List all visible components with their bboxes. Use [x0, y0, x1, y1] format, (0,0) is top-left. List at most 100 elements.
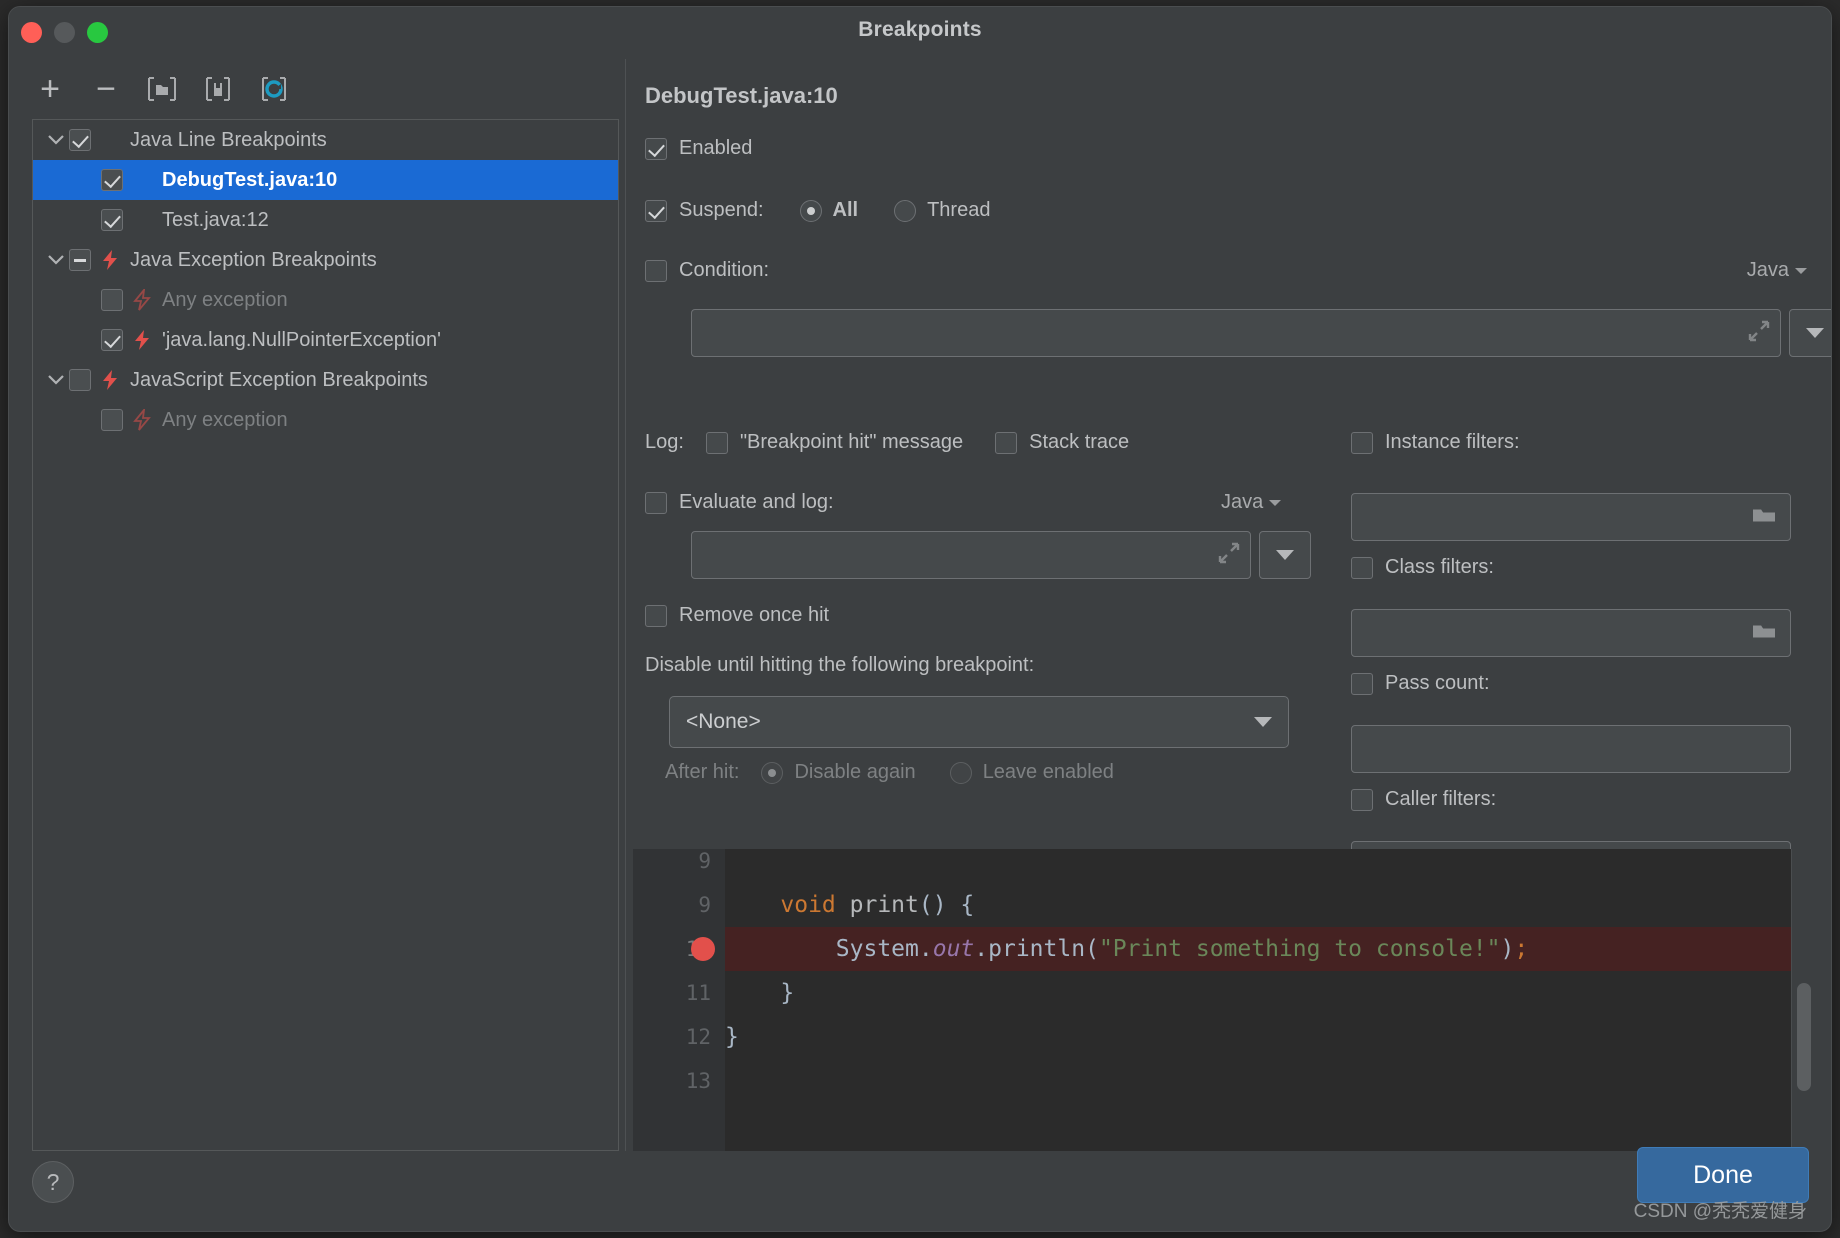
caller-filters-row[interactable]: Caller filters: [1351, 788, 1496, 811]
after-hit-disable-again-radio[interactable]: Disable again [761, 761, 915, 784]
code-line-13 [725, 1059, 1817, 1103]
class-filters-checkbox[interactable] [1351, 557, 1373, 579]
breakpoints-dialog: Breakpoints + − [8, 6, 1832, 1232]
tree-row[interactable]: JavaScript Exception Breakpoints [33, 360, 618, 400]
condition-history-dropdown[interactable] [1789, 309, 1832, 357]
editor-scrollbar-thumb[interactable] [1797, 983, 1811, 1091]
evaluate-and-log-checkbox[interactable] [645, 492, 667, 514]
radio-indicator[interactable] [800, 200, 822, 222]
tree-row[interactable]: Java Line Breakpoints [33, 120, 618, 160]
suspend-thread-radio[interactable]: Thread [894, 199, 990, 222]
tree-checkbox[interactable] [101, 289, 123, 311]
tree-checkbox[interactable] [101, 409, 123, 431]
remove-once-hit-checkbox[interactable] [645, 605, 667, 627]
remove-once-hit-row[interactable]: Remove once hit [645, 604, 829, 627]
code-preview[interactable]: 9 9 void print() { 10 System.out.println… [633, 849, 1817, 1151]
after-hit-label: After hit: [665, 761, 739, 784]
evaluate-language-selector[interactable]: Java [1221, 491, 1281, 514]
tree-checkbox[interactable] [101, 169, 123, 191]
plus-icon: + [40, 76, 60, 102]
remove-once-hit-label: Remove once hit [679, 604, 829, 627]
stack-trace-checkbox[interactable] [995, 432, 1017, 454]
done-button[interactable]: Done [1637, 1147, 1809, 1203]
radio-indicator[interactable] [894, 200, 916, 222]
breakpoint-dot-icon [132, 209, 154, 231]
chevron-down-icon [1276, 550, 1294, 560]
radio-indicator[interactable] [761, 762, 783, 784]
chevron-down-icon[interactable] [43, 375, 69, 385]
breakpoint-hit-message-label: "Breakpoint hit" message [740, 431, 963, 454]
folder-icon[interactable] [1750, 620, 1778, 647]
stack-trace-checkbox-group[interactable]: Stack trace [995, 431, 1129, 454]
pass-count-row[interactable]: Pass count: [1351, 672, 1490, 695]
condition-language-selector[interactable]: Java [1747, 259, 1807, 282]
disable-until-row: Disable until hitting the following brea… [645, 654, 1034, 677]
condition-language-label: Java [1747, 259, 1789, 282]
class-filters-label: Class filters: [1385, 556, 1494, 579]
breakpoint-title: DebugTest.java:10 [645, 83, 838, 109]
tree-row[interactable]: Any exception [33, 280, 618, 320]
evaluate-and-log-input[interactable] [691, 531, 1251, 579]
help-button[interactable]: ? [32, 1161, 74, 1203]
pass-count-input[interactable] [1351, 725, 1791, 773]
disable-until-selected-value: <None> [686, 710, 761, 734]
folder-icon[interactable] [1750, 504, 1778, 531]
condition-checkbox[interactable] [645, 260, 667, 282]
after-hit-leave-enabled-radio[interactable]: Leave enabled [950, 761, 1114, 784]
class-filters-input[interactable] [1351, 609, 1791, 657]
disable-until-select[interactable]: <None> [669, 696, 1289, 748]
chevron-down-icon[interactable] [43, 255, 69, 265]
caller-filters-checkbox[interactable] [1351, 789, 1373, 811]
tree-row-label: Java Line Breakpoints [130, 130, 327, 150]
instance-filters-checkbox[interactable] [1351, 432, 1373, 454]
condition-label: Condition: [679, 259, 769, 282]
line-number-13: 13 [633, 1059, 725, 1103]
tree-checkbox[interactable] [101, 209, 123, 231]
tree-row[interactable]: 'java.lang.NullPointerException' [33, 320, 618, 360]
enabled-checkbox[interactable] [645, 138, 667, 160]
suspend-thread-label: Thread [927, 199, 990, 222]
group-by-file-button[interactable] [201, 72, 235, 106]
suspend-all-radio[interactable]: All [800, 199, 859, 222]
breakpoint-hit-message-checkbox-group[interactable]: "Breakpoint hit" message [706, 431, 963, 454]
expand-icon[interactable] [1218, 542, 1240, 569]
add-breakpoint-button[interactable]: + [33, 72, 67, 106]
log-row: Log: "Breakpoint hit" message Stack trac… [645, 431, 1129, 454]
tree-checkbox[interactable] [101, 329, 123, 351]
tree-checkbox[interactable] [69, 129, 91, 151]
group-by-class-button[interactable] [257, 72, 291, 106]
breakpoint-dot-icon[interactable] [691, 937, 715, 961]
condition-input[interactable] [691, 309, 1781, 357]
suspend-checkbox[interactable] [645, 200, 667, 222]
instance-filters-row[interactable]: Instance filters: [1351, 431, 1520, 454]
file-bracket-icon [203, 76, 233, 102]
suspend-row[interactable]: Suspend: All Thread [645, 199, 990, 222]
tree-row[interactable]: Test.java:12 [33, 200, 618, 240]
tree-checkbox[interactable] [69, 369, 91, 391]
tree-row[interactable]: Any exception [33, 400, 618, 440]
condition-row[interactable]: Condition: [645, 259, 769, 282]
pass-count-checkbox[interactable] [1351, 673, 1373, 695]
group-by-folder-button[interactable] [145, 72, 179, 106]
breakpoints-toolbar: + − [33, 69, 291, 109]
enabled-row[interactable]: Enabled [645, 137, 752, 160]
class-filters-row[interactable]: Class filters: [1351, 556, 1494, 579]
exception-bolt-faded-icon [132, 409, 154, 431]
tree-row[interactable]: Java Exception Breakpoints [33, 240, 618, 280]
evaluate-history-dropdown[interactable] [1259, 531, 1311, 579]
instance-filters-input[interactable] [1351, 493, 1791, 541]
evaluate-language-label: Java [1221, 491, 1263, 514]
title-bar: Breakpoints [9, 7, 1831, 59]
tree-row-debugtest-java-10[interactable]: DebugTest.java:10 [33, 160, 618, 200]
code-line-12: } [725, 1015, 1817, 1059]
tree-checkbox[interactable] [69, 249, 91, 271]
chevron-down-icon[interactable] [43, 135, 69, 145]
breakpoint-hit-message-checkbox[interactable] [706, 432, 728, 454]
breakpoints-tree[interactable]: Java Line Breakpoints DebugTest.java:10 … [32, 119, 619, 1151]
radio-indicator[interactable] [950, 762, 972, 784]
expand-icon[interactable] [1748, 320, 1770, 347]
remove-breakpoint-button[interactable]: − [89, 72, 123, 106]
exception-bolt-icon [100, 369, 122, 391]
evaluate-and-log-row[interactable]: Evaluate and log: [645, 491, 834, 514]
editor-scrollbar-track[interactable] [1791, 849, 1817, 1151]
